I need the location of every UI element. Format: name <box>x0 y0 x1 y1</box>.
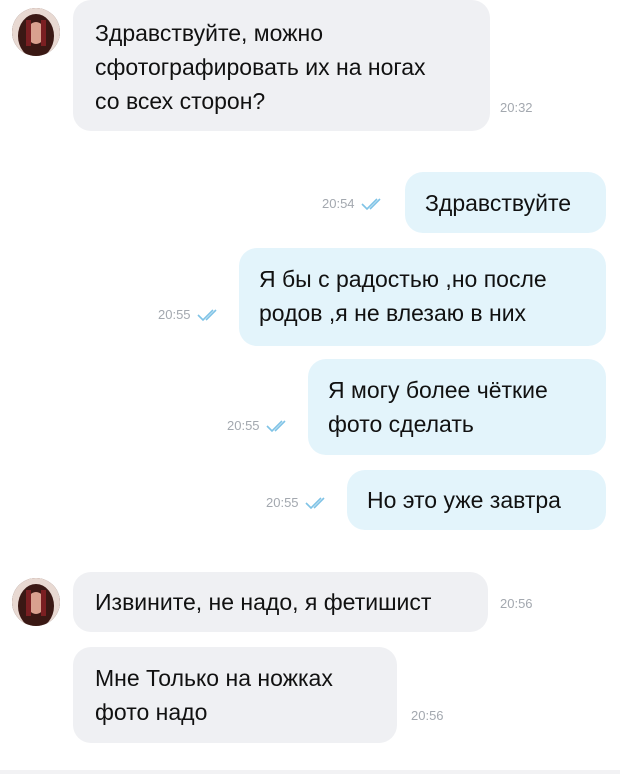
message-bubble-incoming[interactable]: Мне Только на ножках фото надо <box>73 647 397 743</box>
chat-thread: Здравствуйте, можно сфотографировать их … <box>0 0 620 774</box>
message-bubble-outgoing[interactable]: Но это уже завтра <box>347 470 606 530</box>
double-check-icon <box>265 419 292 433</box>
message-meta: 20:55 <box>266 495 331 510</box>
message-timestamp: 20:55 <box>266 495 299 510</box>
avatar-image <box>12 578 60 626</box>
divider <box>0 770 620 774</box>
message-text: Я бы с радостью ,но после родов ,я не вл… <box>259 266 547 326</box>
message-timestamp: 20:56 <box>411 708 444 723</box>
double-check-icon <box>304 496 331 510</box>
message-bubble-outgoing[interactable]: Здравствуйте <box>405 172 606 233</box>
message-meta: 20:54 <box>322 196 387 211</box>
message-bubble-outgoing[interactable]: Я могу более чёткие фото сделать <box>308 359 606 455</box>
message-bubble-incoming[interactable]: Здравствуйте, можно сфотографировать их … <box>73 0 490 131</box>
message-text: Но это уже завтра <box>367 487 561 513</box>
message-timestamp: 20:56 <box>500 596 533 611</box>
message-text: Здравствуйте, можно сфотографировать их … <box>95 20 426 114</box>
message-timestamp: 20:54 <box>322 196 355 211</box>
message-timestamp: 20:55 <box>158 307 191 322</box>
double-check-icon <box>360 197 387 211</box>
contact-avatar[interactable] <box>12 578 60 626</box>
message-timestamp: 20:32 <box>500 100 533 115</box>
message-bubble-outgoing[interactable]: Я бы с радостью ,но после родов ,я не вл… <box>239 248 606 346</box>
message-bubble-incoming[interactable]: Извините, не надо, я фетишист <box>73 572 488 632</box>
contact-avatar[interactable] <box>12 8 60 56</box>
message-timestamp: 20:55 <box>227 418 260 433</box>
message-text: Мне Только на ножках фото надо <box>95 665 333 725</box>
message-text: Здравствуйте <box>425 190 572 216</box>
double-check-icon <box>196 308 223 322</box>
message-meta: 20:55 <box>227 418 292 433</box>
message-text: Я могу более чёткие фото сделать <box>328 377 548 437</box>
message-text: Извините, не надо, я фетишист <box>95 589 432 615</box>
message-meta: 20:55 <box>158 307 223 322</box>
avatar-image <box>12 8 60 56</box>
